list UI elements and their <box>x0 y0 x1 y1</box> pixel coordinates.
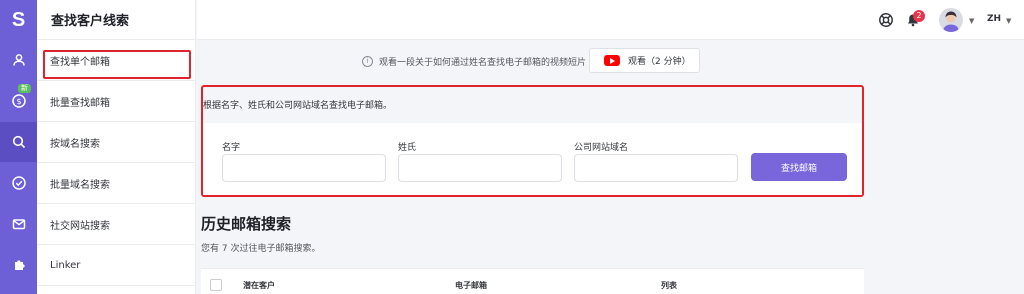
sidebar-item-label: Linker <box>50 259 81 271</box>
sidebar-item-bulk-domain[interactable]: 批量域名搜索 <box>37 163 195 204</box>
column-header-email[interactable]: 电子邮箱 <box>455 280 487 291</box>
rail-item-integrations[interactable] <box>0 245 37 285</box>
sidebar-item-social[interactable]: 社交网站搜索 <box>37 204 195 245</box>
sidebar-item-label: 批量查找邮箱 <box>50 97 110 109</box>
sidebar-item-label: 社交网站搜索 <box>50 220 110 232</box>
new-badge: 新 <box>18 84 31 93</box>
sidebar-item-bulk-email[interactable]: 批量查找邮箱 <box>37 81 195 122</box>
rail-item-verify[interactable] <box>0 163 37 203</box>
youtube-play-icon <box>604 55 620 66</box>
sidebar-item-domain-search[interactable]: 按域名搜索 <box>37 122 195 163</box>
last-name-field[interactable] <box>398 154 562 182</box>
column-header-list[interactable]: 列表 <box>661 280 677 291</box>
rail-item-email[interactable] <box>0 204 37 244</box>
find-email-button[interactable]: 查找邮箱 <box>751 153 847 181</box>
rail-item-search[interactable] <box>0 122 37 162</box>
video-hint: i 观看一段关于如何通过姓名查找电子邮箱的视频短片 <box>362 55 586 68</box>
domain-label: 公司网站域名 <box>574 143 629 153</box>
puzzle-icon <box>14 260 25 270</box>
video-hint-text: 观看一段关于如何通过姓名查找电子邮箱的视频短片 <box>379 58 587 68</box>
notification-count-badge: 2 <box>913 10 925 22</box>
info-icon: i <box>362 56 373 67</box>
user-avatar-icon <box>943 11 959 32</box>
sidebar: 查找客户线索 查找单个邮箱 批量查找邮箱 按域名搜索 批量域名搜索 社交网站搜索… <box>37 0 196 294</box>
mail-icon <box>12 219 25 230</box>
form-description: 根据名字、姓氏和公司网站域名查找电子邮箱。 <box>203 101 393 111</box>
highlight-box-sidebar <box>43 50 191 79</box>
sidebar-item-label: 按域名搜索 <box>50 138 100 150</box>
search-icon <box>12 135 25 149</box>
select-all-checkbox[interactable] <box>210 279 222 291</box>
first-name-label: 名字 <box>222 143 241 153</box>
history-subtitle: 您有 7 次过往电子邮箱搜索。 <box>201 244 321 254</box>
last-name-label: 姓氏 <box>398 143 417 153</box>
sidebar-title: 查找客户线索 <box>37 0 195 40</box>
sidebar-item-linker[interactable]: Linker <box>37 245 195 286</box>
first-name-field[interactable] <box>222 154 386 182</box>
watch-video-button[interactable]: 观看（2 分钟） <box>589 48 700 73</box>
email-finder-form: 根据名字、姓氏和公司网站域名查找电子邮箱。 名字 姓氏 公司网站域名 查找邮箱 <box>201 85 864 197</box>
language-chevron-down-icon[interactable]: ▼ <box>1006 17 1011 25</box>
app-logo[interactable]: S <box>0 0 37 40</box>
watch-video-label: 观看（2 分钟） <box>628 57 691 67</box>
svg-text:$: $ <box>16 97 21 106</box>
help-lifebuoy-icon[interactable] <box>878 12 894 28</box>
icon-rail: S $ 新 <box>0 0 37 294</box>
form-fields: 名字 姓氏 公司网站域名 查找邮箱 <box>203 123 862 195</box>
avatar[interactable] <box>939 8 963 32</box>
history-title: 历史邮箱搜索 <box>201 215 292 233</box>
top-bar: 2 ▼ ZH ▼ <box>197 0 1024 40</box>
dollar-coin-icon: $ <box>11 94 26 108</box>
sidebar-item-label: 批量域名搜索 <box>50 179 110 191</box>
check-circle-icon <box>11 176 26 190</box>
history-table-header: 潜在客户 电子邮箱 列表 <box>201 268 864 294</box>
rail-item-profile[interactable] <box>0 40 37 80</box>
column-header-prospect[interactable]: 潜在客户 <box>243 280 275 291</box>
user-icon <box>12 54 25 66</box>
avatar-chevron-down-icon[interactable]: ▼ <box>969 17 974 25</box>
language-switcher[interactable]: ZH <box>987 14 1001 24</box>
domain-field[interactable] <box>574 154 738 182</box>
